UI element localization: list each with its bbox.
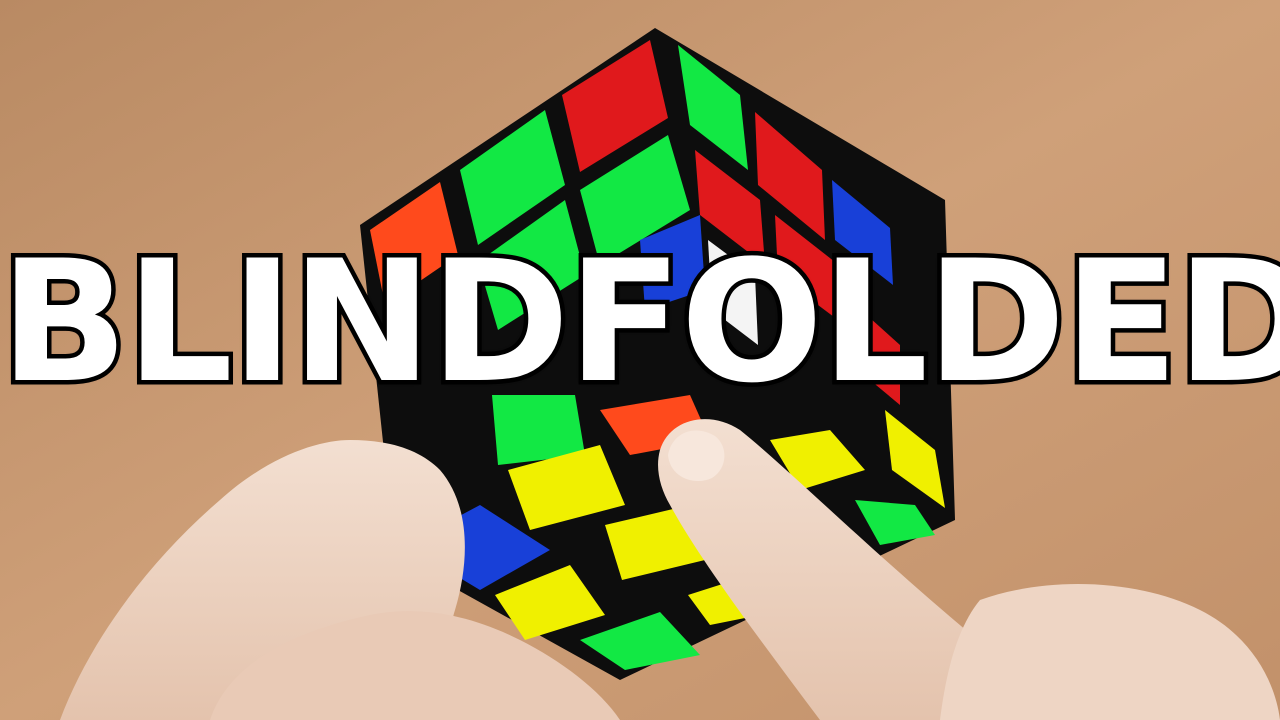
thumbnail-title: BLINDFOLDED (0, 224, 1280, 420)
